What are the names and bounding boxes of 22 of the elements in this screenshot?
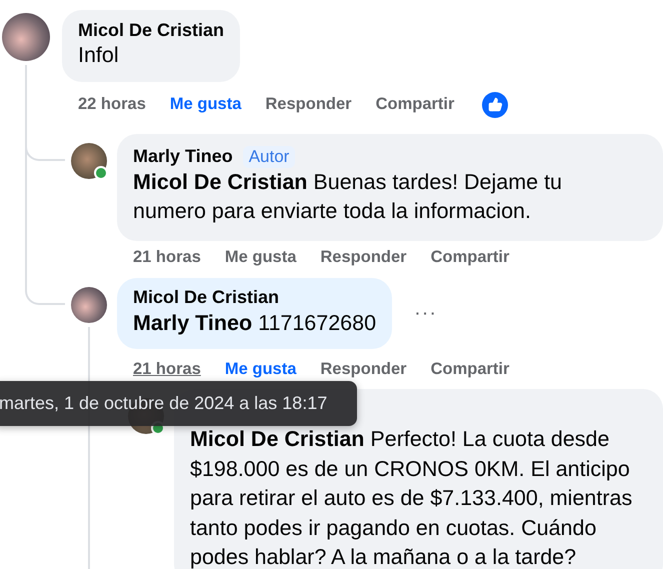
like-link[interactable]: Me gusta [224, 360, 296, 378]
reply-link[interactable]: Responder [320, 248, 407, 267]
like-link[interactable]: Me gusta [224, 248, 296, 267]
like-link[interactable]: Me gusta [170, 95, 242, 114]
comment-text: Marly Tineo 1171672680 [133, 310, 376, 336]
timestamp-tooltip: martes, 1 de octubre de 2024 a las 18:17 [0, 381, 357, 426]
comment-text: Infol [78, 42, 120, 69]
reply-link[interactable]: Responder [265, 95, 352, 114]
timestamp-link[interactable]: 22 horas [78, 95, 146, 114]
comment-text: Micol De Cristian Buenas tardes! Dejame tu numero para enviarte toda la informacion. [133, 168, 564, 225]
author-badge: Autor [242, 146, 296, 168]
share-link[interactable]: Compartir [430, 248, 510, 267]
comment-text: Micol De Cristian Perfecto! La cuota desde $198.000 es de un CRONOS 0KM. El anticipo para retirar el auto es de $7.133.400, mientras tanto podes ir pagando en cuotas. Cuándo podes hablar? A la mañana o a la tarde? [190, 426, 634, 569]
timestamp-link[interactable]: 21 horas [133, 248, 201, 267]
share-link[interactable]: Compartir [376, 95, 454, 114]
timestamp-link[interactable]: 21 horas [133, 360, 201, 378]
author-name[interactable]: Micol De Cristian [133, 287, 280, 308]
share-link[interactable]: Compartir [430, 360, 510, 378]
more-options-button[interactable]: ··· [410, 302, 442, 325]
author-name[interactable]: Micol De Cristian [78, 20, 224, 40]
reply-link[interactable]: Responder [320, 360, 407, 378]
author-name[interactable]: Marly Tineo [133, 146, 233, 167]
